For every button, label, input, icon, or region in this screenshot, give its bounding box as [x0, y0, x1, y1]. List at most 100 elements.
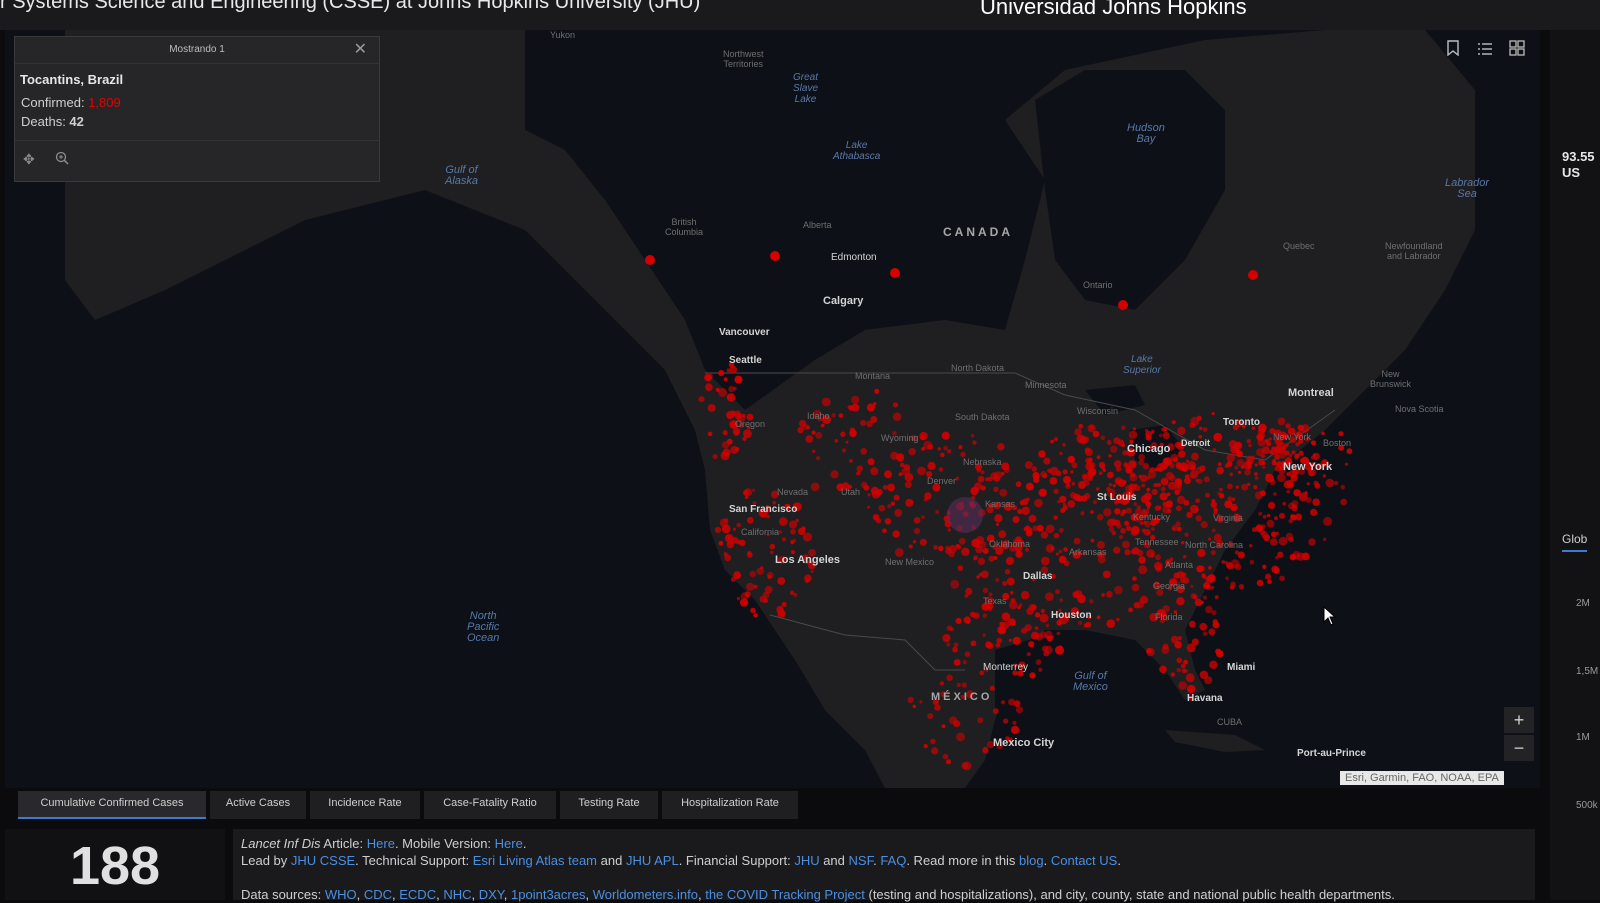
- case-marker[interactable]: [1208, 628, 1216, 636]
- case-marker[interactable]: [849, 459, 853, 463]
- case-marker[interactable]: [1338, 431, 1344, 437]
- case-marker[interactable]: [811, 430, 816, 435]
- case-marker[interactable]: [1294, 453, 1300, 459]
- case-marker[interactable]: [1257, 438, 1266, 447]
- case-marker[interactable]: [1050, 635, 1054, 639]
- case-marker[interactable]: [860, 448, 868, 455]
- case-marker[interactable]: [1321, 431, 1325, 436]
- case-marker[interactable]: [893, 494, 900, 501]
- case-marker[interactable]: [1008, 638, 1012, 643]
- case-marker[interactable]: [982, 633, 986, 637]
- case-marker[interactable]: [781, 601, 787, 607]
- case-marker[interactable]: [1017, 605, 1021, 610]
- tab-hospitalization-rate[interactable]: Hospitalization Rate: [662, 791, 798, 819]
- case-marker[interactable]: [1045, 592, 1054, 601]
- case-marker[interactable]: [1165, 500, 1173, 508]
- case-marker[interactable]: [1028, 604, 1036, 611]
- case-marker[interactable]: [1268, 437, 1272, 441]
- case-marker[interactable]: [994, 514, 1003, 523]
- case-marker[interactable]: [1150, 553, 1155, 558]
- tab-testing-rate[interactable]: Testing Rate: [560, 791, 658, 819]
- case-marker[interactable]: [1002, 621, 1010, 629]
- case-marker[interactable]: [1045, 544, 1055, 553]
- case-marker[interactable]: [1106, 486, 1111, 492]
- case-marker[interactable]: [927, 461, 936, 471]
- case-marker[interactable]: [1234, 465, 1239, 470]
- case-marker[interactable]: [995, 522, 1000, 527]
- case-marker[interactable]: [1120, 512, 1125, 517]
- jhu-link[interactable]: JHU: [794, 853, 819, 868]
- zoom-in-button[interactable]: +: [1504, 707, 1534, 733]
- esri-link[interactable]: Esri Living Atlas team: [473, 853, 597, 868]
- case-marker[interactable]: [1306, 482, 1310, 486]
- case-marker[interactable]: [1034, 498, 1043, 508]
- case-marker[interactable]: [747, 552, 753, 558]
- article-link[interactable]: Here: [367, 836, 395, 851]
- case-marker[interactable]: [1217, 462, 1222, 467]
- case-marker[interactable]: [913, 517, 921, 524]
- case-marker[interactable]: [921, 515, 925, 520]
- zoom-to-icon[interactable]: [55, 151, 69, 168]
- case-marker[interactable]: [1259, 490, 1266, 497]
- case-marker[interactable]: [705, 374, 712, 381]
- case-marker[interactable]: [1169, 474, 1176, 482]
- case-marker[interactable]: [1308, 538, 1316, 546]
- case-marker[interactable]: [1019, 500, 1025, 506]
- case-marker[interactable]: [1038, 450, 1046, 458]
- case-marker[interactable]: [1112, 484, 1117, 488]
- case-marker[interactable]: [1004, 569, 1011, 575]
- case-marker[interactable]: [1210, 550, 1216, 556]
- case-marker[interactable]: [1254, 472, 1258, 476]
- case-marker[interactable]: [1074, 428, 1082, 436]
- case-marker[interactable]: [952, 646, 958, 653]
- case-marker[interactable]: [1265, 473, 1270, 478]
- case-marker[interactable]: [1151, 527, 1155, 531]
- case-marker[interactable]: [1128, 607, 1133, 613]
- case-marker[interactable]: [1002, 581, 1008, 586]
- case-marker[interactable]: [1087, 469, 1095, 478]
- case-marker[interactable]: [1322, 474, 1327, 478]
- case-marker[interactable]: [1005, 556, 1015, 566]
- case-marker[interactable]: [1285, 532, 1294, 541]
- case-marker[interactable]: [803, 424, 809, 430]
- case-marker[interactable]: [1161, 427, 1166, 432]
- case-marker[interactable]: [992, 708, 999, 714]
- case-marker[interactable]: [849, 429, 857, 438]
- case-marker[interactable]: [715, 387, 720, 392]
- case-marker[interactable]: [964, 594, 969, 598]
- case-marker[interactable]: [1108, 482, 1113, 487]
- case-marker[interactable]: [1213, 507, 1218, 513]
- case-marker[interactable]: [1310, 508, 1318, 516]
- case-marker[interactable]: [1164, 457, 1173, 465]
- case-marker[interactable]: [1277, 417, 1286, 426]
- case-marker[interactable]: [1290, 514, 1296, 520]
- case-marker[interactable]: [947, 449, 952, 454]
- case-marker[interactable]: [1028, 641, 1035, 648]
- case-marker[interactable]: [1190, 593, 1197, 599]
- case-marker[interactable]: [1247, 482, 1251, 486]
- case-marker[interactable]: [972, 440, 977, 445]
- case-marker[interactable]: [1012, 516, 1020, 523]
- case-marker[interactable]: [1080, 511, 1085, 516]
- case-marker[interactable]: [1081, 473, 1088, 480]
- case-marker[interactable]: [1190, 475, 1194, 479]
- case-marker[interactable]: [982, 587, 989, 594]
- case-marker[interactable]: [1175, 461, 1182, 468]
- case-marker[interactable]: [795, 518, 799, 523]
- case-marker[interactable]: [1044, 645, 1053, 655]
- case-marker[interactable]: [861, 481, 868, 489]
- case-marker[interactable]: [698, 396, 705, 403]
- case-marker[interactable]: [867, 493, 871, 497]
- case-marker[interactable]: [1248, 443, 1252, 448]
- case-marker[interactable]: [995, 578, 1000, 582]
- case-marker[interactable]: [734, 375, 743, 384]
- case-marker[interactable]: [1113, 437, 1121, 445]
- case-marker[interactable]: [1142, 462, 1150, 470]
- case-marker[interactable]: [1062, 443, 1066, 447]
- case-marker[interactable]: [1203, 476, 1210, 483]
- case-marker[interactable]: [931, 747, 939, 755]
- case-marker[interactable]: [1246, 439, 1252, 444]
- case-marker[interactable]: [1045, 623, 1050, 628]
- case-marker[interactable]: [1230, 503, 1238, 512]
- case-marker[interactable]: [1248, 270, 1258, 280]
